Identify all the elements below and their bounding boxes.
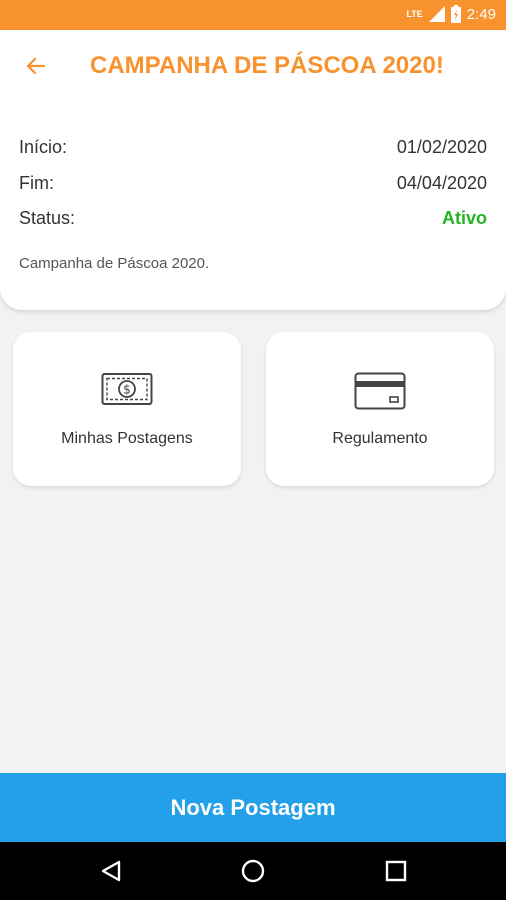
- card-icon: [354, 372, 406, 410]
- triangle-back-icon: [101, 860, 121, 882]
- page-title: CAMPANHA DE PÁSCOA 2020!: [90, 52, 444, 79]
- start-row: Início: 01/02/2020: [19, 134, 487, 160]
- rules-label: Regulamento: [332, 430, 428, 447]
- status-label: Status:: [19, 208, 76, 228]
- my-posts-label: Minhas Postagens: [61, 430, 193, 447]
- start-label: Início:: [19, 137, 68, 157]
- my-posts-tile[interactable]: $ Minhas Postagens: [13, 332, 241, 486]
- signal-icon: [428, 6, 445, 22]
- status-badge: Ativo: [442, 208, 487, 228]
- new-post-button[interactable]: Nova Postagem: [0, 773, 506, 842]
- circle-home-icon: [241, 859, 265, 883]
- start-value: 01/02/2020: [396, 137, 487, 157]
- square-recents-icon: [385, 860, 407, 882]
- campaign-card: CAMPANHA DE PÁSCOA 2020! Início: 01/02/2…: [0, 30, 506, 310]
- nav-home-button[interactable]: [241, 859, 265, 883]
- svg-text:$: $: [123, 383, 131, 397]
- battery-icon: [450, 5, 461, 23]
- network-label: LTE: [406, 9, 423, 19]
- back-button[interactable]: [20, 50, 52, 82]
- nav-back-button[interactable]: [99, 859, 123, 883]
- status-row: Status: Ativo: [19, 205, 487, 231]
- arrow-left-icon: [26, 57, 46, 75]
- money-bill-icon: $: [101, 373, 153, 405]
- end-value: 04/04/2020: [396, 173, 487, 193]
- status-bar: LTE 2:49: [0, 0, 506, 30]
- end-label: Fim:: [19, 173, 54, 193]
- end-row: Fim: 04/04/2020: [19, 170, 487, 196]
- clock: 2:49: [466, 5, 496, 23]
- nav-recents-button[interactable]: [384, 859, 408, 883]
- rules-tile[interactable]: Regulamento: [266, 332, 494, 486]
- campaign-description: Campanha de Páscoa 2020.: [19, 255, 210, 272]
- nav-bar: [0, 842, 506, 900]
